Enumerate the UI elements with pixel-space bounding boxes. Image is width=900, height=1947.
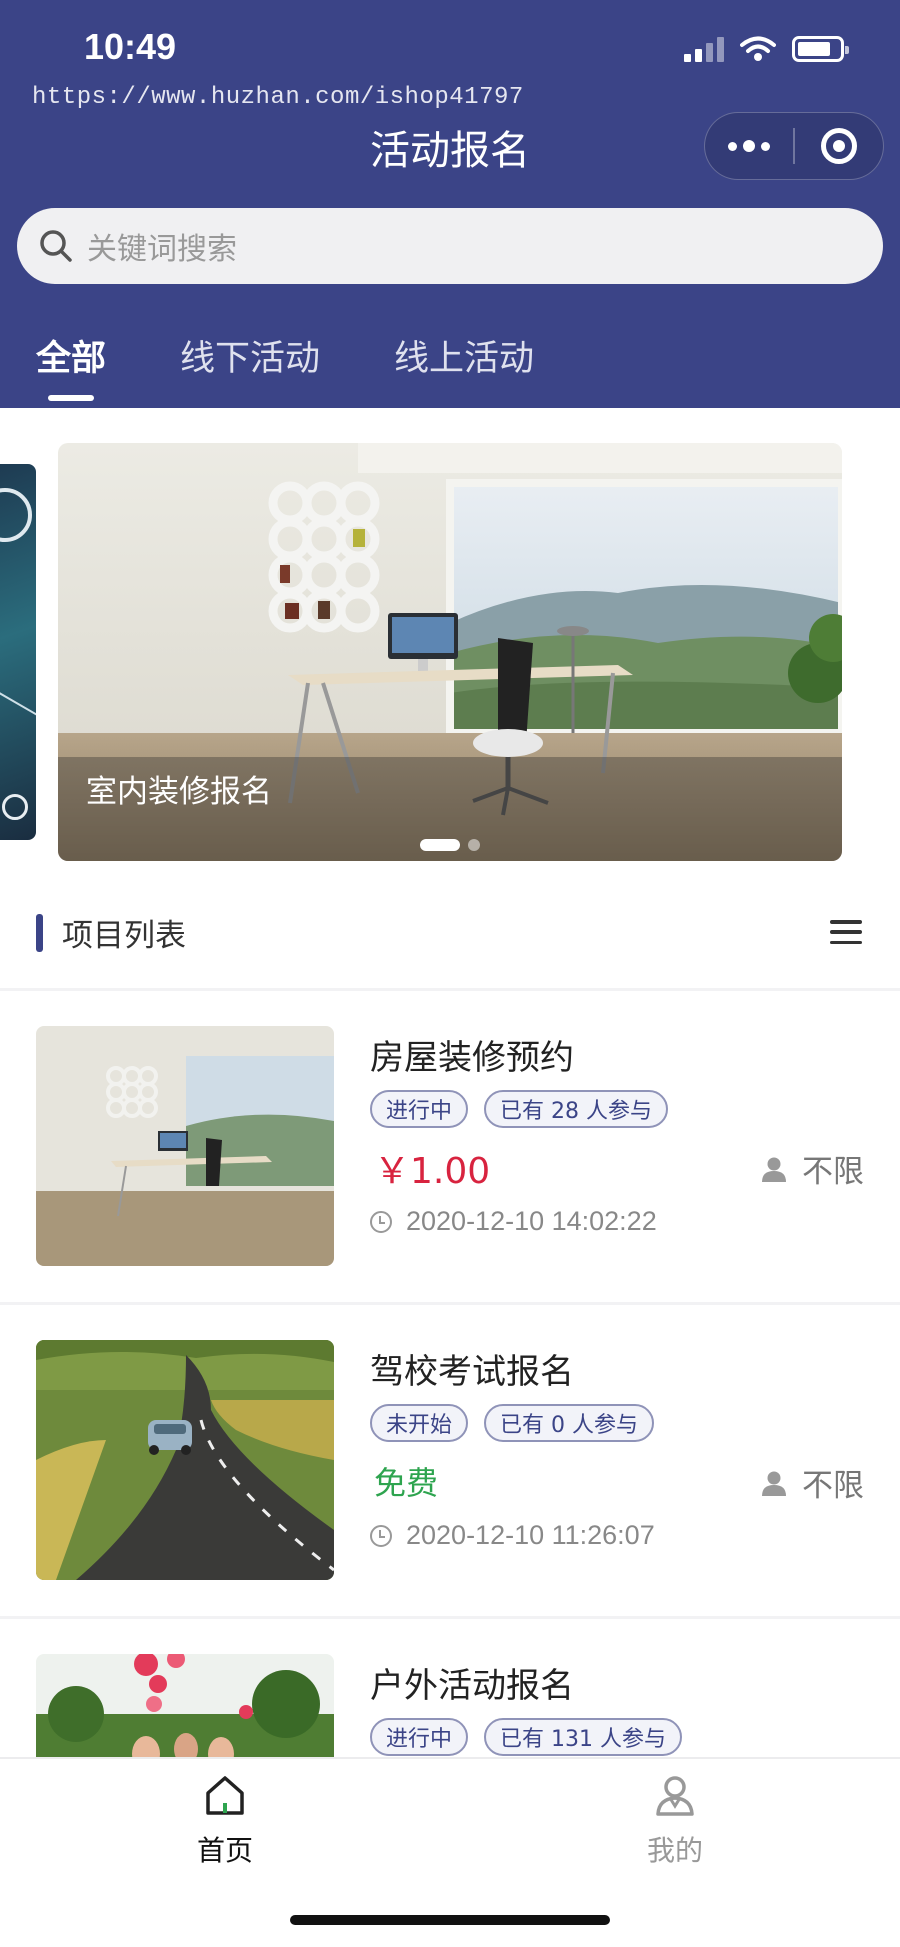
home-indicator — [290, 1915, 610, 1925]
section-title: 项目列表 — [62, 918, 186, 954]
clock-icon — [370, 1524, 392, 1547]
item-title: 户外活动报名 — [370, 1666, 574, 1706]
person-icon — [762, 1157, 786, 1182]
wifi-icon — [740, 36, 776, 61]
user-icon — [656, 1776, 694, 1816]
status-icons — [684, 36, 849, 62]
banner-slide[interactable]: 室内装修报名 — [58, 443, 842, 861]
tab-online[interactable]: 线上活动 — [394, 330, 534, 381]
item-tags: 未开始 已有 0 人参与 — [370, 1404, 654, 1442]
home-icon — [206, 1776, 244, 1815]
search-input[interactable]: 关键词搜索 — [17, 208, 883, 284]
more-icon — [728, 140, 771, 152]
tabbar-home-label: 首页 — [196, 1834, 253, 1867]
search-icon — [40, 230, 72, 262]
tab-offline[interactable]: 线下活动 — [180, 330, 320, 381]
carousel-indicator — [58, 839, 842, 851]
close-miniprogram-button[interactable] — [795, 113, 883, 179]
banner-caption: 室内装修报名 — [86, 774, 272, 810]
item-limit: 不限 — [760, 1460, 864, 1505]
clock-icon — [370, 1210, 392, 1233]
item-price: ￥1.00 — [374, 1151, 491, 1192]
list-item[interactable]: 房屋装修预约 进行中 已有 28 人参与 ￥1.00 不限 2020-12-10… — [0, 990, 900, 1302]
item-title: 驾校考试报名 — [370, 1352, 574, 1392]
limit-text: 不限 — [802, 1468, 864, 1504]
section-header: 项目列表 — [0, 892, 900, 988]
item-time: 2020-12-10 14:02:22 — [370, 1206, 657, 1237]
menu-icon[interactable] — [830, 920, 862, 944]
signal-icon — [684, 36, 724, 62]
active-tab-indicator — [48, 395, 94, 401]
time-text: 2020-12-10 14:02:22 — [406, 1206, 657, 1236]
item-thumbnail — [36, 1026, 334, 1266]
list-item[interactable]: 驾校考试报名 未开始 已有 0 人参与 免费 不限 2020-12-10 11:… — [0, 1304, 900, 1616]
status-badge: 进行中 — [370, 1090, 469, 1128]
target-icon — [820, 128, 857, 164]
limit-text: 不限 — [802, 1154, 864, 1190]
item-tags: 进行中 已有 28 人参与 — [370, 1090, 668, 1128]
tabbar-home[interactable]: 首页 — [145, 1773, 305, 1869]
item-price: 免费 — [374, 1464, 439, 1502]
status-badge: 进行中 — [370, 1718, 469, 1756]
banner-previous-slide[interactable] — [0, 464, 36, 840]
watermark: https://www.huzhan.com/ishop41797 — [32, 84, 524, 111]
category-tabs: 全部 线下活动 线上活动 — [0, 318, 900, 408]
participants-badge: 已有 131 人参与 — [484, 1718, 682, 1756]
item-limit: 不限 — [760, 1146, 864, 1191]
status-badge: 未开始 — [370, 1404, 469, 1442]
person-icon — [762, 1471, 786, 1496]
status-time: 10:49 — [84, 26, 177, 67]
battery-icon — [792, 36, 849, 62]
time-text: 2020-12-10 11:26:07 — [406, 1520, 655, 1550]
section-accent-bar — [36, 914, 43, 952]
tab-all[interactable]: 全部 — [36, 330, 106, 381]
header: 10:49 https://www.huzhan.com/ishop41797 … — [0, 0, 900, 408]
search-placeholder: 关键词搜索 — [87, 232, 237, 267]
tabbar-mine-label: 我的 — [646, 1834, 703, 1867]
participants-badge: 已有 0 人参与 — [484, 1404, 654, 1442]
item-time: 2020-12-10 11:26:07 — [370, 1520, 655, 1551]
item-thumbnail — [36, 1340, 334, 1580]
miniprogram-capsule — [704, 112, 884, 180]
item-tags: 进行中 已有 131 人参与 — [370, 1718, 682, 1756]
more-button[interactable] — [705, 113, 793, 179]
participants-badge: 已有 28 人参与 — [484, 1090, 668, 1128]
tabbar-mine[interactable]: 我的 — [595, 1773, 755, 1869]
item-title: 房屋装修预约 — [370, 1038, 574, 1078]
